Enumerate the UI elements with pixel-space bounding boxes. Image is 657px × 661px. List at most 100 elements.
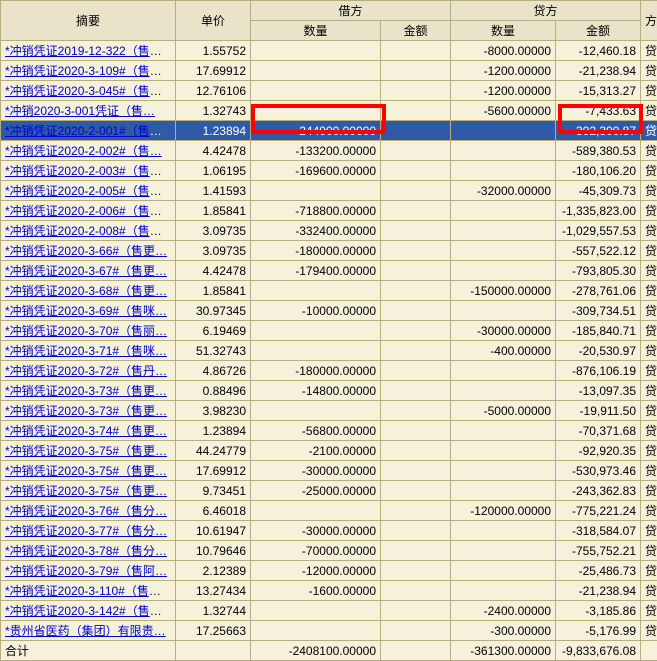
table-row[interactable]: *冲销凭证2019-12-322（售阿…1.55752-8000.00000-1… (1, 41, 657, 61)
cell-summary[interactable]: *冲销凭证2020-3-110#（售伐… (1, 581, 176, 601)
summary-link[interactable]: *冲销凭证2020-2-005#（售左… (5, 184, 174, 198)
cell-summary[interactable]: *冲销凭证2020-3-75#（售更… (1, 481, 176, 501)
cell-summary[interactable]: *冲销凭证2020-3-75#（售更… (1, 461, 176, 481)
table-row[interactable]: *冲销凭证2020-3-72#（售丹…4.86726-180000.00000-… (1, 361, 657, 381)
table-row[interactable]: *冲销凭证2020-2-003#（售更…1.06195-169600.00000… (1, 161, 657, 181)
table-row[interactable]: *冲销凭证2020-3-74#（售更…1.23894-56800.00000-7… (1, 421, 657, 441)
cell-summary[interactable]: *冲销凭证2020-3-69#（售咪… (1, 301, 176, 321)
summary-link[interactable]: *冲销凭证2020-2-008#（售更… (5, 224, 174, 238)
cell-summary[interactable]: *冲销2020-3-001凭证（售… (1, 101, 176, 121)
summary-link[interactable]: *冲销凭证2020-3-71#（售咪… (5, 344, 167, 358)
col-summary[interactable]: 摘要 (1, 1, 176, 41)
summary-link[interactable]: *冲销凭证2020-2-006#（售更… (5, 204, 174, 218)
summary-link[interactable]: *冲销凭证2020-3-76#（售分… (5, 504, 167, 518)
summary-link[interactable]: *冲销凭证2020-3-70#（售丽… (5, 324, 167, 338)
cell-summary[interactable]: *贵州省医药（集团）有限责… (1, 621, 176, 641)
summary-link[interactable]: *冲销凭证2020-3-67#（售更… (5, 264, 167, 278)
table-row[interactable]: *冲销凭证2020-3-71#（售咪…51.32743-400.00000-20… (1, 341, 657, 361)
table-row[interactable]: *冲销凭证2020-3-69#（售咪…30.97345-10000.00000-… (1, 301, 657, 321)
total-unit (176, 641, 251, 661)
cell-summary[interactable]: *冲销凭证2020-3-72#（售丹… (1, 361, 176, 381)
table-row[interactable]: *冲销凭证2020-3-045#（售阿…12.76106-1200.00000-… (1, 81, 657, 101)
cell-summary[interactable]: *冲销凭证2020-2-005#（售左… (1, 181, 176, 201)
summary-link[interactable]: *冲销凭证2020-2-001#（售阿… (5, 124, 174, 138)
cell-summary[interactable]: *冲销凭证2020-3-67#（售更… (1, 261, 176, 281)
col-credit-amount[interactable]: 金额 (556, 21, 641, 41)
table-row[interactable]: *冲销凭证2020-3-78#（售分…10.79646-70000.00000-… (1, 541, 657, 561)
table-row[interactable]: *贵州省医药（集团）有限责…17.25663-300.00000-5,176.9… (1, 621, 657, 641)
cell-summary[interactable]: *冲销凭证2020-3-66#（售更… (1, 241, 176, 261)
table-row[interactable]: *冲销凭证2020-2-002#（售…4.42478-133200.00000-… (1, 141, 657, 161)
cell-summary[interactable]: *冲销凭证2020-3-79#（售阿… (1, 561, 176, 581)
summary-link[interactable]: *冲销凭证2020-3-79#（售阿… (5, 564, 167, 578)
cell-summary[interactable]: *冲销凭证2020-2-002#（售… (1, 141, 176, 161)
table-row[interactable]: *冲销凭证2020-3-76#（售分…6.46018-120000.00000-… (1, 501, 657, 521)
table-row[interactable]: *冲销凭证2020-3-75#（售更…9.73451-25000.00000-2… (1, 481, 657, 501)
summary-link[interactable]: *冲销凭证2020-2-002#（售… (5, 144, 162, 158)
summary-link[interactable]: *冲销凭证2020-3-110#（售伐… (5, 584, 173, 598)
col-credit[interactable]: 贷方 (451, 1, 641, 21)
cell-summary[interactable]: *冲销凭证2020-3-70#（售丽… (1, 321, 176, 341)
cell-summary[interactable]: *冲销凭证2020-3-109#（售更… (1, 61, 176, 81)
table-row[interactable]: *冲销凭证2020-3-73#（售更…3.98230-5000.00000-19… (1, 401, 657, 421)
table-row[interactable]: *冲销凭证2020-2-001#（售阿…1.23894-244000.00000… (1, 121, 657, 141)
table-row[interactable]: *冲销凭证2020-3-73#（售更…0.88496-14800.00000-1… (1, 381, 657, 401)
summary-link[interactable]: *冲销凭证2020-3-75#（售更… (5, 464, 167, 478)
cell-summary[interactable]: *冲销凭证2020-3-73#（售更… (1, 401, 176, 421)
cell-summary[interactable]: *冲销凭证2020-2-008#（售更… (1, 221, 176, 241)
summary-link[interactable]: *冲销凭证2020-3-68#（售更… (5, 284, 167, 298)
table-row[interactable]: *冲销凭证2020-3-109#（售更…17.69912-1200.00000-… (1, 61, 657, 81)
summary-link[interactable]: *冲销凭证2020-3-78#（售分… (5, 544, 167, 558)
summary-link[interactable]: *冲销凭证2020-3-74#（售更… (5, 424, 167, 438)
table-row[interactable]: *冲销凭证2020-2-005#（售左…1.41593-32000.00000-… (1, 181, 657, 201)
summary-link[interactable]: *冲销凭证2020-3-142#（售阿… (5, 604, 174, 618)
table-row[interactable]: *冲销凭证2020-3-110#（售伐…13.27434-1600.00000-… (1, 581, 657, 601)
table-row[interactable]: *冲销凭证2020-3-75#（售更…17.69912-30000.00000-… (1, 461, 657, 481)
col-credit-qty[interactable]: 数量 (451, 21, 556, 41)
summary-link[interactable]: *冲销凭证2020-3-69#（售咪… (5, 304, 167, 318)
cell-summary[interactable]: *冲销凭证2020-2-001#（售阿… (1, 121, 176, 141)
table-row[interactable]: *冲销2020-3-001凭证（售…1.32743-5600.00000-7,4… (1, 101, 657, 121)
cell-summary[interactable]: *冲销凭证2020-3-76#（售分… (1, 501, 176, 521)
cell-summary[interactable]: *冲销凭证2020-2-003#（售更… (1, 161, 176, 181)
cell-summary[interactable]: *冲销凭证2020-3-78#（售分… (1, 541, 176, 561)
summary-link[interactable]: *冲销凭证2020-3-75#（售更… (5, 484, 167, 498)
table-row[interactable]: *冲销凭证2020-3-79#（售阿…2.12389-12000.00000-2… (1, 561, 657, 581)
col-direction[interactable]: 方向 (641, 1, 657, 41)
summary-link[interactable]: *冲销凭证2020-2-003#（售更… (5, 164, 174, 178)
summary-link[interactable]: *冲销凭证2020-3-73#（售更… (5, 384, 167, 398)
table-row[interactable]: *冲销凭证2020-3-68#（售更…1.85841-150000.00000-… (1, 281, 657, 301)
summary-link[interactable]: *冲销凭证2019-12-322（售阿… (5, 44, 174, 58)
cell-summary[interactable]: *冲销凭证2020-3-71#（售咪… (1, 341, 176, 361)
cell-summary[interactable]: *冲销凭证2020-2-006#（售更… (1, 201, 176, 221)
table-row[interactable]: *冲销凭证2020-3-66#（售更…3.09735-180000.00000-… (1, 241, 657, 261)
cell-summary[interactable]: *冲销凭证2020-3-045#（售阿… (1, 81, 176, 101)
table-row[interactable]: *冲销凭证2020-3-142#（售阿…1.32744-2400.00000-3… (1, 601, 657, 621)
summary-link[interactable]: *冲销凭证2020-3-75#（售更… (5, 444, 167, 458)
cell-summary[interactable]: *冲销凭证2020-3-142#（售阿… (1, 601, 176, 621)
table-row[interactable]: *冲销凭证2020-3-75#（售更…44.24779-2100.00000-9… (1, 441, 657, 461)
summary-link[interactable]: *冲销凭证2020-3-66#（售更… (5, 244, 167, 258)
col-unit-price[interactable]: 单价 (176, 1, 251, 41)
cell-summary[interactable]: *冲销凭证2020-3-75#（售更… (1, 441, 176, 461)
summary-link[interactable]: *冲销凭证2020-3-045#（售阿… (5, 84, 174, 98)
col-debit[interactable]: 借方 (251, 1, 451, 21)
summary-link[interactable]: *冲销2020-3-001凭证（售… (5, 104, 155, 118)
cell-summary[interactable]: *冲销凭证2020-3-68#（售更… (1, 281, 176, 301)
summary-link[interactable]: *冲销凭证2020-3-109#（售更… (5, 64, 174, 78)
summary-link[interactable]: *冲销凭证2020-3-72#（售丹… (5, 364, 167, 378)
cell-summary[interactable]: *冲销凭证2020-3-77#（售分… (1, 521, 176, 541)
col-debit-qty[interactable]: 数量 (251, 21, 381, 41)
table-row[interactable]: *冲销凭证2020-3-67#（售更…4.42478-179400.00000-… (1, 261, 657, 281)
col-debit-amount[interactable]: 金额 (381, 21, 451, 41)
summary-link[interactable]: *冲销凭证2020-3-77#（售分… (5, 524, 167, 538)
table-row[interactable]: *冲销凭证2020-3-77#（售分…10.61947-30000.00000-… (1, 521, 657, 541)
summary-link[interactable]: *贵州省医药（集团）有限责… (5, 624, 166, 638)
table-row[interactable]: *冲销凭证2020-2-008#（售更…3.09735-332400.00000… (1, 221, 657, 241)
summary-link[interactable]: *冲销凭证2020-3-73#（售更… (5, 404, 167, 418)
cell-summary[interactable]: *冲销凭证2019-12-322（售阿… (1, 41, 176, 61)
cell-summary[interactable]: *冲销凭证2020-3-73#（售更… (1, 381, 176, 401)
table-row[interactable]: *冲销凭证2020-2-006#（售更…1.85841-718800.00000… (1, 201, 657, 221)
table-row[interactable]: *冲销凭证2020-3-70#（售丽…6.19469-30000.00000-1… (1, 321, 657, 341)
cell-summary[interactable]: *冲销凭证2020-3-74#（售更… (1, 421, 176, 441)
